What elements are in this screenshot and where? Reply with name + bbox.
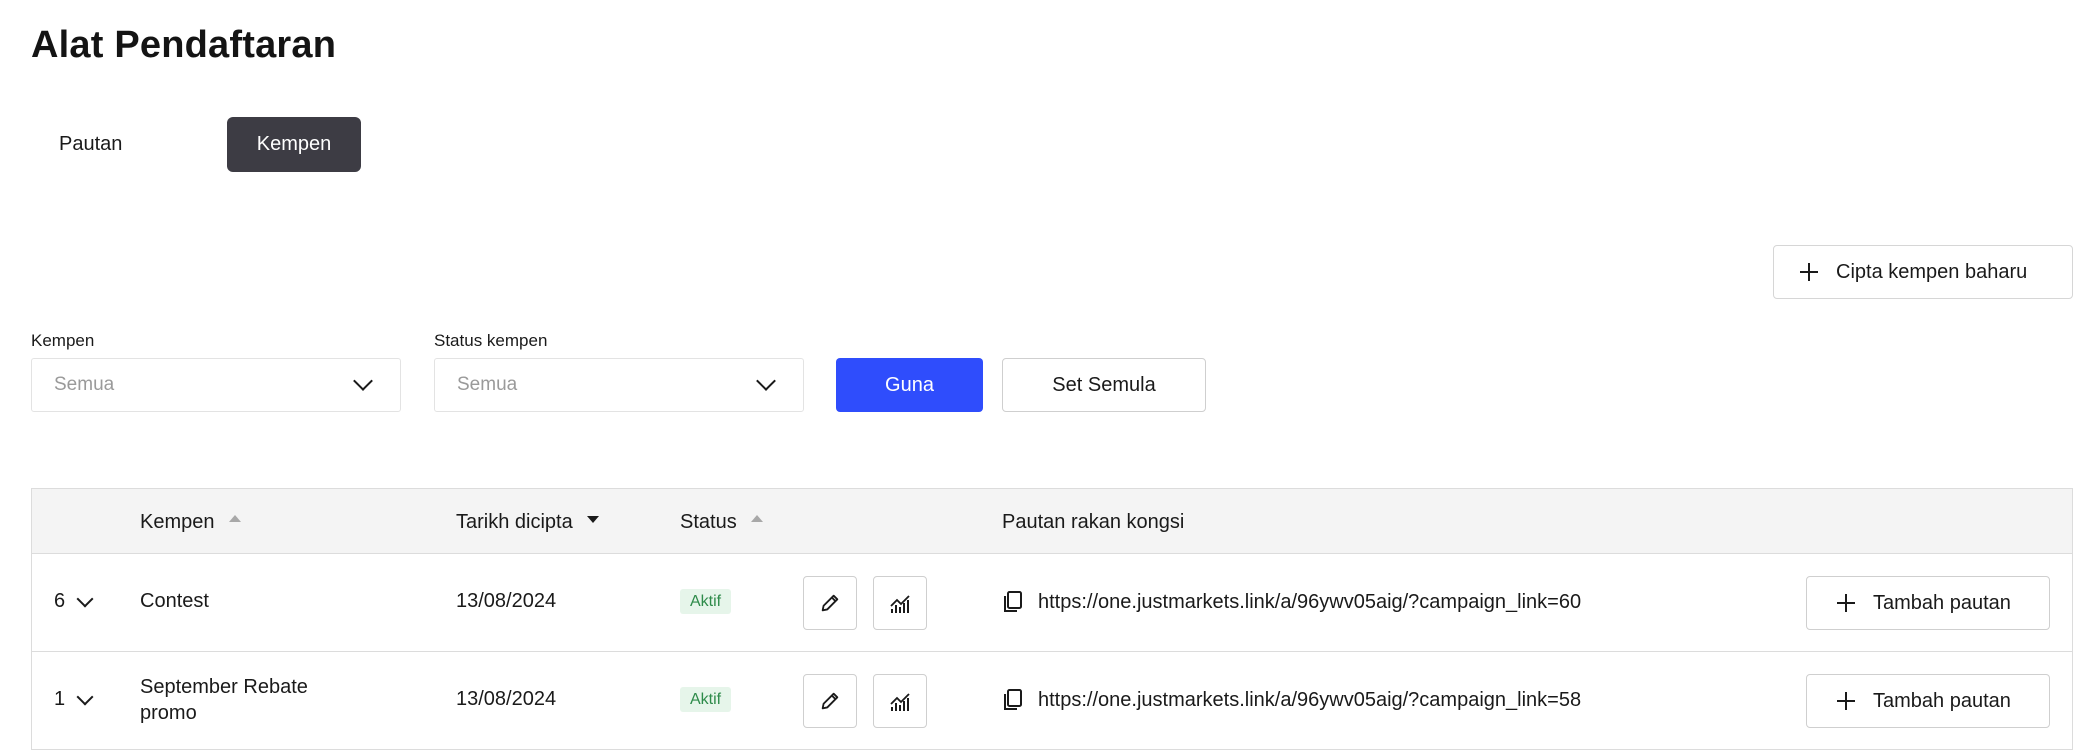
table-row: 1 September Rebate promo 13/08/2024 Akti… bbox=[32, 652, 2072, 750]
add-link-button[interactable]: Tambah pautan bbox=[1806, 576, 2050, 630]
partner-link: https://one.justmarkets.link/a/96ywv05ai… bbox=[1002, 688, 1581, 712]
status-filter-label: Status kempen bbox=[434, 331, 548, 350]
edit-button[interactable] bbox=[803, 576, 857, 630]
tabs: Pautan Kempen bbox=[31, 117, 361, 172]
plus-icon bbox=[1837, 692, 1855, 710]
header-status[interactable]: Status bbox=[680, 489, 763, 554]
chart-icon bbox=[890, 693, 910, 711]
create-campaign-button[interactable]: Cipta kempen baharu bbox=[1773, 245, 2073, 299]
tab-kempen[interactable]: Kempen bbox=[227, 117, 361, 172]
pencil-icon bbox=[821, 692, 839, 710]
row-expand-toggle[interactable]: 6 bbox=[54, 590, 94, 613]
chevron-down-icon bbox=[76, 688, 94, 705]
pencil-icon bbox=[821, 594, 839, 612]
edit-button[interactable] bbox=[803, 674, 857, 728]
chart-icon bbox=[890, 595, 910, 613]
campaign-table: Kempen Tarikh dicipta Status Pautan raka… bbox=[31, 488, 2073, 750]
partner-link-url: https://one.justmarkets.link/a/96ywv05ai… bbox=[1038, 688, 1582, 711]
campaign-filter-select[interactable]: Semua bbox=[31, 358, 401, 412]
create-campaign-label: Cipta kempen baharu bbox=[1836, 260, 2028, 283]
partner-link-url: https://one.justmarkets.link/a/96ywv05ai… bbox=[1038, 590, 1582, 613]
header-campaign[interactable]: Kempen bbox=[140, 489, 241, 554]
table-header: Kempen Tarikh dicipta Status Pautan raka… bbox=[32, 489, 2072, 554]
copy-icon[interactable] bbox=[1002, 688, 1024, 712]
header-created[interactable]: Tarikh dicipta bbox=[456, 489, 599, 554]
plus-icon bbox=[1800, 263, 1818, 281]
row-expand-toggle[interactable]: 1 bbox=[54, 688, 94, 711]
row-campaign-name: Contest bbox=[140, 590, 209, 612]
row-count: 1 bbox=[54, 688, 66, 710]
page-title: Alat Pendaftaran bbox=[31, 24, 337, 66]
stats-button[interactable] bbox=[873, 576, 927, 630]
chevron-down-icon bbox=[756, 371, 776, 391]
sort-asc-icon bbox=[228, 515, 241, 522]
table-row: 6 Contest 13/08/2024 Aktif https://one.j… bbox=[32, 554, 2072, 652]
row-count: 6 bbox=[54, 590, 66, 612]
copy-icon[interactable] bbox=[1002, 590, 1024, 614]
add-link-button[interactable]: Tambah pautan bbox=[1806, 674, 2050, 728]
campaign-filter-value: Semua bbox=[54, 374, 115, 395]
status-filter-select[interactable]: Semua bbox=[434, 358, 804, 412]
header-partner-link: Pautan rakan kongsi bbox=[1002, 510, 1185, 533]
sort-asc-icon bbox=[750, 515, 763, 522]
campaign-filter-label: Kempen bbox=[31, 331, 95, 350]
status-badge: Aktif bbox=[680, 687, 732, 712]
add-link-label: Tambah pautan bbox=[1873, 689, 2011, 712]
status-filter-value: Semua bbox=[457, 374, 518, 395]
reset-button[interactable]: Set Semula bbox=[1002, 358, 1206, 412]
sort-desc-icon bbox=[586, 516, 599, 523]
chevron-down-icon bbox=[76, 590, 94, 607]
tab-pautan[interactable]: Pautan bbox=[31, 117, 197, 172]
add-link-label: Tambah pautan bbox=[1873, 591, 2011, 614]
plus-icon bbox=[1837, 594, 1855, 612]
row-created-date: 13/08/2024 bbox=[456, 590, 557, 612]
row-created-date: 13/08/2024 bbox=[456, 688, 557, 710]
chevron-down-icon bbox=[353, 371, 373, 391]
stats-button[interactable] bbox=[873, 674, 927, 728]
apply-button[interactable]: Guna bbox=[836, 358, 983, 412]
status-badge: Aktif bbox=[680, 589, 732, 614]
row-campaign-name: September Rebate promo bbox=[140, 676, 308, 724]
partner-link: https://one.justmarkets.link/a/96ywv05ai… bbox=[1002, 590, 1581, 614]
